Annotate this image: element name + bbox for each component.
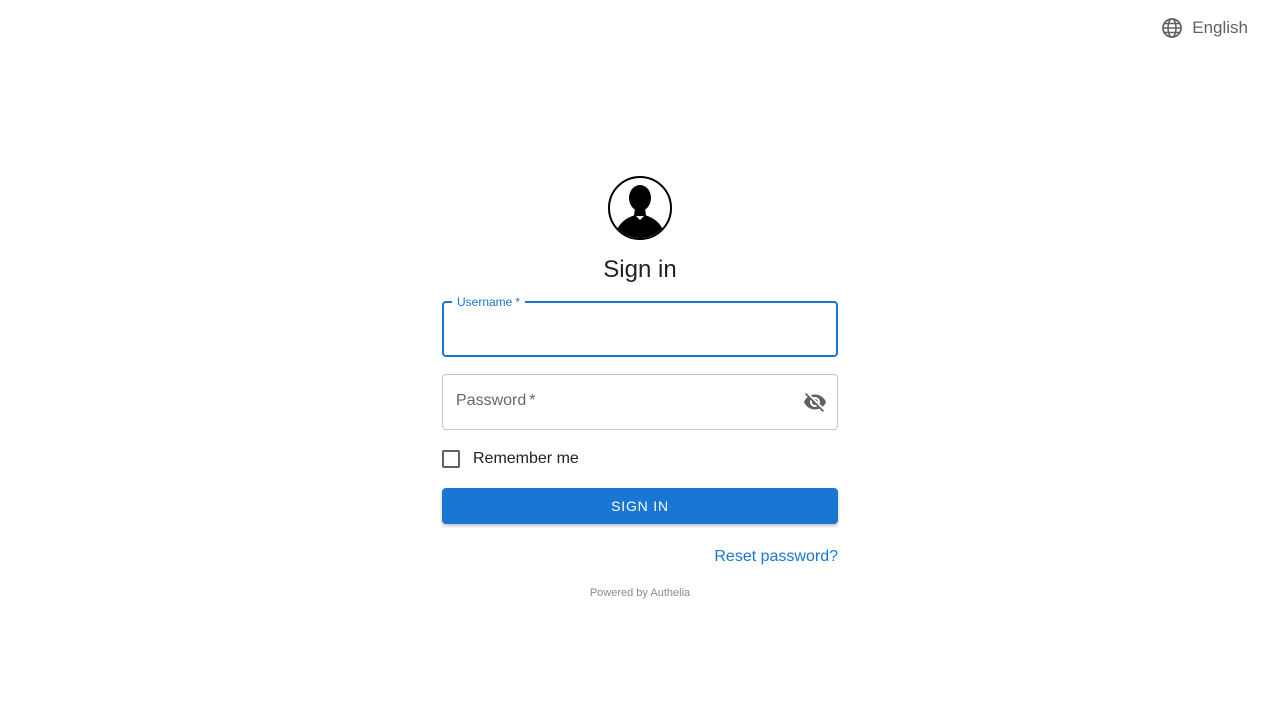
remember-me-label[interactable]: Remember me (473, 450, 579, 468)
login-form: Sign in Username * Password * Remember me … (442, 176, 838, 599)
powered-by-text: Powered by Authelia (589, 587, 691, 599)
username-field[interactable]: Username * (442, 295, 838, 357)
language-switcher[interactable]: English (1160, 16, 1248, 40)
toggle-password-visibility-button[interactable] (803, 390, 827, 414)
language-label: English (1192, 18, 1248, 37)
page-title: Sign in (603, 256, 677, 283)
password-field[interactable]: Password * (442, 374, 838, 430)
username-input[interactable] (444, 303, 836, 355)
remember-me-row: Remember me (442, 449, 838, 469)
login-page: English Sign in Username * Password * Re… (0, 0, 1280, 720)
avatar-wrap (442, 176, 838, 240)
sign-in-button[interactable]: SIGN IN (442, 488, 838, 524)
reset-password-link[interactable]: Reset password? (714, 548, 838, 565)
reset-password-row: Reset password? (442, 548, 838, 568)
globe-icon (1162, 18, 1183, 38)
password-input[interactable] (443, 375, 837, 429)
user-silhouette-icon (608, 176, 672, 240)
remember-me-checkbox[interactable] (442, 450, 460, 468)
eye-off-icon (804, 393, 826, 412)
